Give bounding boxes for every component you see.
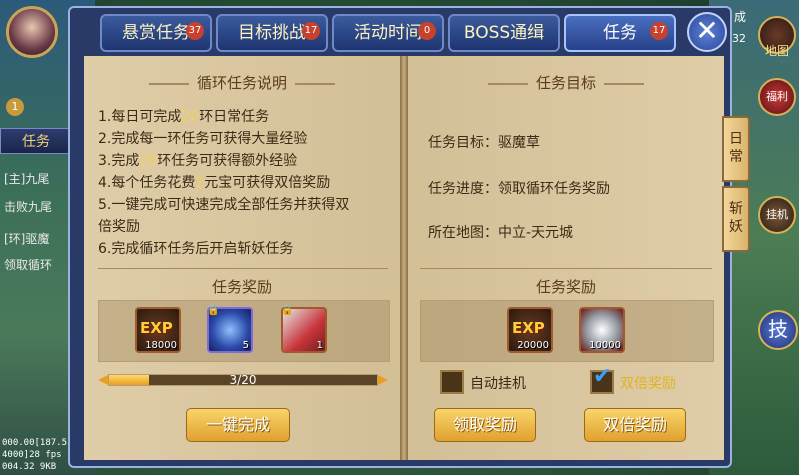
- hud-task-tab[interactable]: 任务: [0, 128, 72, 154]
- tab-tasks-count: 17: [650, 22, 668, 40]
- claim-reward-button[interactable]: 领取奖励: [434, 408, 536, 442]
- tab-bounty-label: 悬赏任务: [122, 23, 190, 43]
- welfare-label: 福利: [766, 90, 788, 103]
- side-tab-daily-char-2: 常: [729, 149, 743, 165]
- silver-ingot-icon[interactable]: 10000: [579, 307, 625, 353]
- right-page-title-row: 任务目标: [408, 72, 724, 93]
- task-map-line: 所在地图：中立-天元城: [428, 225, 574, 241]
- skill-button[interactable]: 技: [758, 310, 798, 350]
- map-button[interactable]: 地图: [758, 16, 796, 58]
- side-tab-daily-char-1: 日: [729, 131, 743, 147]
- hud-task-line-2[interactable]: 击败九尾: [4, 198, 52, 215]
- close-button[interactable]: ✕: [687, 12, 727, 52]
- tab-events-label: 活动时间: [354, 23, 422, 43]
- right-reward-title: 任务奖励: [535, 278, 596, 296]
- left-page: 循环任务说明 1.每日可完成20环日常任务 2.完成每一环任务可获得大量经验 3…: [84, 56, 400, 460]
- desc-line-2: 2.完成每一环任务可获得大量经验: [98, 131, 308, 147]
- task-progress-line: 任务进度：领取循环任务奖励: [428, 181, 610, 197]
- tab-tasks-label: 任务: [603, 23, 637, 43]
- tab-bounty-count: 37: [186, 22, 204, 40]
- desc-line-7: 6.完成循环任务后开启斩妖任务: [98, 241, 294, 257]
- debug-coord-1: 000.00[187.5: [2, 438, 68, 448]
- side-tab-slay-char-2: 妖: [729, 219, 743, 235]
- card-icon[interactable]: 🔒 1: [281, 305, 327, 353]
- desc-line-5: 5.一键完成可快速完成全部任务并获得双: [98, 197, 350, 213]
- hud-task-line-3[interactable]: [环]驱魔: [4, 230, 49, 247]
- book-spine: [400, 56, 408, 460]
- left-reward-box: EXP 18000 🔒 5 🔒 1: [98, 300, 390, 362]
- tab-boss-label: BOSS通缉: [463, 23, 545, 43]
- exp-icon[interactable]: EXP 20000: [507, 307, 553, 353]
- debug-coord-3: 004.32 9KB: [2, 462, 57, 472]
- hud-time: 32: [732, 32, 746, 45]
- auto-battle-checkbox-label: 自动挂机: [470, 376, 526, 392]
- task-target-line: 任务目标：驱魔草: [428, 135, 540, 151]
- loop-progress-bar: 3/20: [98, 371, 388, 389]
- tab-challenge-label: 目标挑战: [238, 23, 306, 43]
- task-book: 循环任务说明 1.每日可完成20环日常任务 2.完成每一环任务可获得大量经验 3…: [84, 56, 724, 460]
- progress-text: 3/20: [229, 373, 257, 387]
- panel-tabs: 悬赏任务 37 目标挑战 17 活动时间 0 BOSS通缉 任务 17: [100, 14, 676, 52]
- tab-bounty[interactable]: 悬赏任务 37: [100, 14, 212, 52]
- desc-line-6: 倍奖励: [98, 219, 140, 235]
- tab-events[interactable]: 活动时间 0: [332, 14, 444, 52]
- checkmark-icon: ✔: [593, 364, 612, 389]
- left-divider: [98, 268, 388, 269]
- desc-line-3: 3.完成20环任务可获得额外经验: [98, 153, 298, 169]
- debug-coord-2: 4000]28 fps: [2, 450, 62, 460]
- left-page-title-row: 循环任务说明: [84, 72, 400, 93]
- tab-boss-wanted[interactable]: BOSS通缉: [448, 14, 560, 52]
- side-tab-slay-char-1: 斩: [729, 201, 743, 217]
- left-reward-title: 任务奖励: [211, 278, 272, 296]
- right-divider: [420, 268, 712, 269]
- player-level-badge: 1: [6, 98, 24, 116]
- skill-label: 技: [768, 317, 788, 341]
- double-claim-button[interactable]: 双倍奖励: [584, 408, 686, 442]
- double-reward-checkbox-label: 双倍奖励: [620, 376, 676, 392]
- left-page-title: 循环任务说明: [196, 74, 287, 92]
- right-page: 任务目标 任务目标：驱魔草 任务进度：领取循环任务奖励 所在地图：中立-天元城 …: [408, 56, 724, 460]
- tab-challenge-count: 17: [302, 22, 320, 40]
- double-reward-checkbox[interactable]: ✔: [590, 364, 614, 394]
- one-click-complete-button[interactable]: 一键完成: [186, 408, 290, 442]
- tab-challenge[interactable]: 目标挑战 17: [216, 14, 328, 52]
- desc-line-1: 1.每日可完成20环日常任务: [98, 109, 270, 125]
- hud-task-line-1[interactable]: [主]九尾: [4, 170, 49, 187]
- tab-tasks[interactable]: 任务 17: [564, 14, 676, 52]
- auto-battle-checkbox[interactable]: [440, 370, 464, 394]
- exp-icon[interactable]: EXP 18000: [135, 307, 181, 353]
- right-page-title: 任务目标: [535, 74, 596, 92]
- desc-line-4: 4.每个任务花费2元宝可获得双倍奖励: [98, 175, 331, 191]
- auto-battle-label: 挂机: [766, 208, 788, 221]
- close-icon: ✕: [695, 14, 719, 47]
- auto-battle-button[interactable]: 挂机: [758, 196, 796, 234]
- side-tab-slay-demon[interactable]: 斩妖: [722, 186, 750, 252]
- side-tab-daily[interactable]: 日常: [722, 116, 750, 182]
- tab-events-count: 0: [418, 22, 436, 40]
- welfare-button[interactable]: 福利: [758, 78, 796, 116]
- hud-cheng-label: 成: [734, 10, 747, 24]
- hud-task-line-4[interactable]: 领取循环: [4, 256, 52, 273]
- right-reward-box: EXP 20000 10000: [420, 300, 714, 362]
- map-label: 地图: [764, 44, 789, 58]
- orb-icon[interactable]: 🔒 5: [207, 305, 253, 353]
- player-avatar[interactable]: [6, 6, 58, 58]
